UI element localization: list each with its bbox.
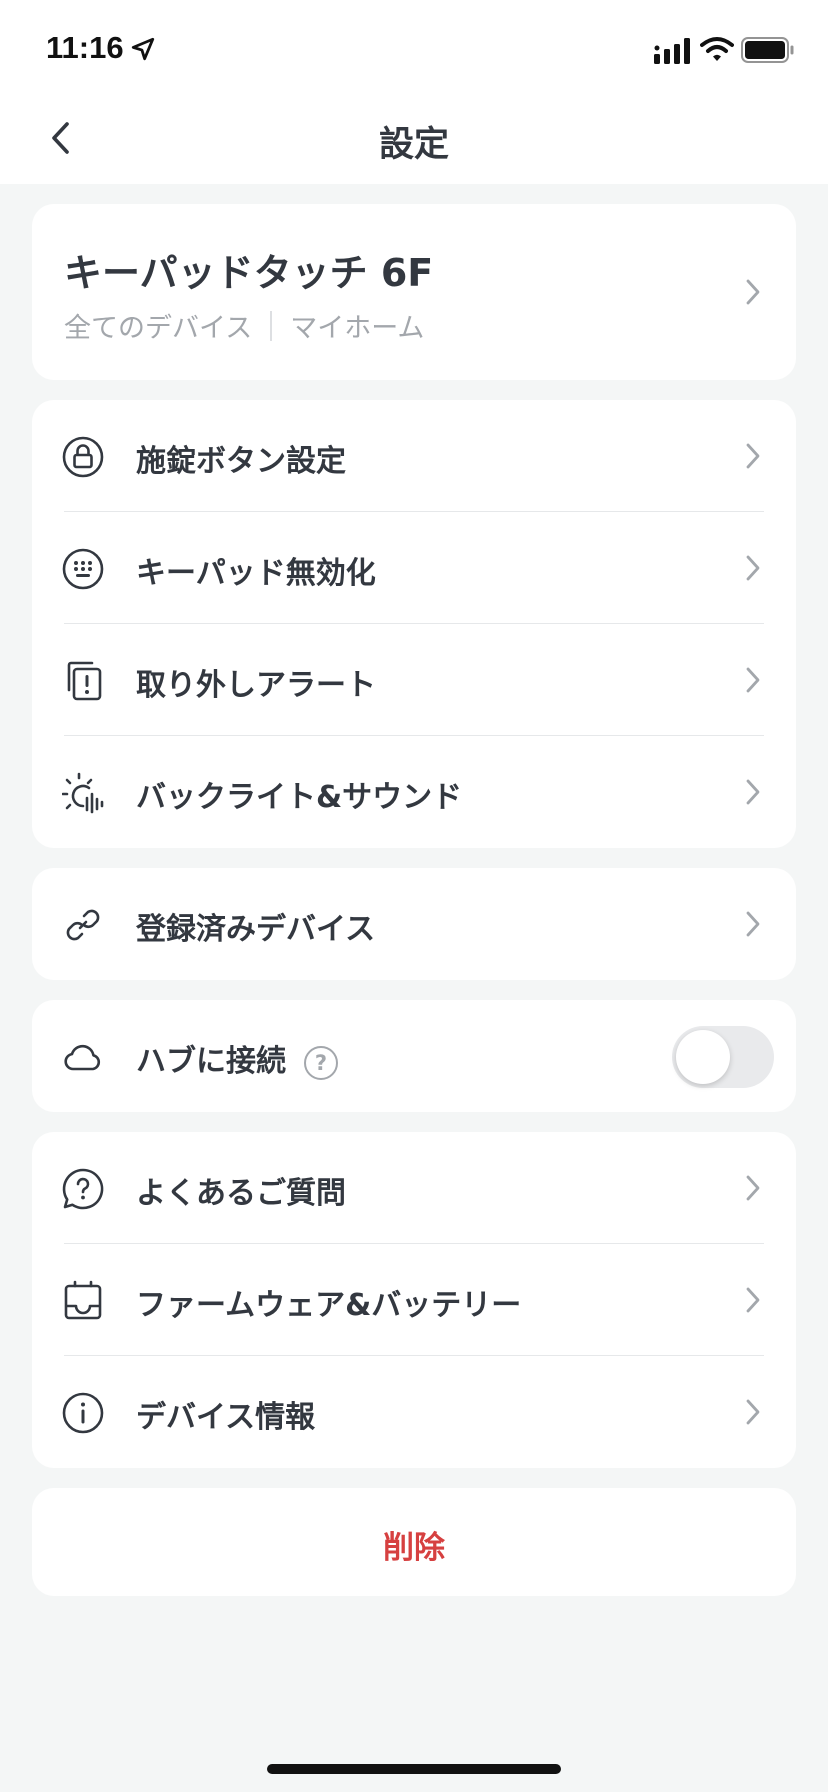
status-bar: 11:16 <box>0 0 828 92</box>
row-label: キーパッド無効化 <box>136 556 376 591</box>
delete-button[interactable]: 削除 <box>32 1488 796 1596</box>
backlight-sound-icon <box>62 772 104 814</box>
toggle-knob <box>676 1030 730 1084</box>
chevron-right-icon <box>742 276 764 308</box>
hub-label: ハブに接続 <box>136 1044 286 1079</box>
chevron-right-icon <box>742 908 764 940</box>
chevron-right-icon <box>742 1284 764 1316</box>
row-device-info[interactable]: デバイス情報 <box>32 1356 796 1468</box>
row-removal-alert[interactable]: 取り外しアラート <box>32 624 796 736</box>
row-lock-button-settings[interactable]: 施錠ボタン設定 <box>32 400 796 512</box>
settings-group-2: 登録済みデバイス <box>32 868 796 980</box>
row-label: よくあるご質問 <box>136 1176 346 1211</box>
cloud-icon <box>62 1036 104 1078</box>
row-label: 取り外しアラート <box>136 668 376 703</box>
battery-icon <box>741 37 794 63</box>
settings-group-1: 施錠ボタン設定 キーパッド無効化 取り外しアラート バックライト&サウンド <box>32 400 796 848</box>
chevron-right-icon <box>742 664 764 696</box>
row-keypad-disable[interactable]: キーパッド無効化 <box>32 512 796 624</box>
link-icon <box>62 904 104 946</box>
row-label: ファームウェア&バッテリー <box>136 1288 522 1323</box>
settings-group-3: よくあるご質問 ファームウェア&バッテリー デバイス情報 <box>32 1132 796 1468</box>
info-icon <box>62 1392 104 1434</box>
row-hub-connection: ハブに接続? <box>32 1000 796 1112</box>
chevron-right-icon <box>742 440 764 472</box>
row-label: デバイス情報 <box>136 1400 316 1435</box>
meta-divider <box>270 310 273 341</box>
keypad-icon <box>62 548 104 590</box>
row-faq[interactable]: よくあるご質問 <box>32 1132 796 1244</box>
row-backlight-sound[interactable]: バックライト&サウンド <box>32 736 796 848</box>
device-meta: 全てのデバイス マイホーム <box>64 306 424 345</box>
delete-label: 削除 <box>383 1530 445 1566</box>
device-card[interactable]: キーパッドタッチ 6F 全てのデバイス マイホーム <box>32 204 796 380</box>
firmware-icon <box>62 1280 104 1322</box>
status-time: 11:16 <box>46 30 124 65</box>
nav-bar: 設定 <box>0 92 828 184</box>
device-home-name: マイホーム <box>290 313 425 344</box>
chevron-right-icon <box>742 1396 764 1428</box>
hub-toggle[interactable] <box>672 1026 774 1088</box>
row-label: 登録済みデバイス <box>136 912 376 947</box>
help-icon[interactable]: ? <box>304 1045 338 1080</box>
location-arrow-icon <box>131 37 155 61</box>
wifi-icon <box>700 37 734 61</box>
chevron-right-icon <box>742 776 764 808</box>
cellular-signal-icon <box>654 38 690 64</box>
alert-icon <box>62 660 104 702</box>
row-label: ハブに接続? <box>136 1036 338 1080</box>
settings-group-hub: ハブに接続? <box>32 1000 796 1112</box>
device-location-group: 全てのデバイス <box>64 313 253 344</box>
page-title: 設定 <box>378 125 449 165</box>
home-indicator <box>267 1764 561 1774</box>
row-label: 施錠ボタン設定 <box>136 444 346 479</box>
row-registered-devices[interactable]: 登録済みデバイス <box>32 868 796 980</box>
row-firmware-battery[interactable]: ファームウェア&バッテリー <box>32 1244 796 1356</box>
row-label: バックライト&サウンド <box>136 780 463 815</box>
faq-icon <box>62 1168 104 1210</box>
chevron-right-icon <box>742 1172 764 1204</box>
chevron-right-icon <box>742 552 764 584</box>
lock-icon <box>62 436 104 478</box>
device-name: キーパッドタッチ 6F <box>64 251 434 295</box>
